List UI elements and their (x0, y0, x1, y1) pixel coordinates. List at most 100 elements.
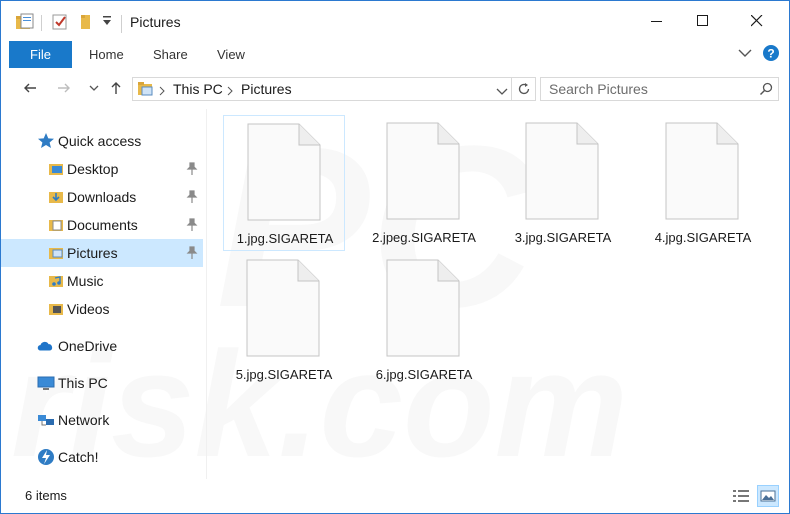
file-item[interactable]: 4.jpg.SIGARETA (642, 115, 764, 251)
explorer-window: PC risk.com Pictures File Home Share Vie… (0, 0, 790, 514)
blank-file-icon (525, 122, 599, 220)
file-name: 5.jpg.SIGARETA (235, 367, 333, 382)
file-item[interactable]: 5.jpg.SIGARETA (223, 252, 345, 388)
item-count: 6 items (25, 488, 67, 503)
file-name: 2.jpeg.SIGARETA (372, 230, 476, 245)
breadcrumb-chevron-icon (159, 84, 165, 99)
chevron-down-icon (89, 85, 99, 91)
minimize-icon (651, 21, 662, 22)
nav-item-music[interactable]: Music (1, 267, 203, 295)
blank-file-icon (386, 122, 460, 220)
file-list: 1.jpg.SIGARETA 2.jpeg.SIGARETA 3.jpg.SIG… (209, 109, 787, 479)
file-item[interactable]: 2.jpeg.SIGARETA (363, 115, 485, 251)
back-button[interactable] (19, 77, 41, 99)
file-item[interactable]: 3.jpg.SIGARETA (502, 115, 624, 251)
catch-app-icon (37, 448, 55, 466)
blank-file-icon (246, 259, 320, 357)
close-button[interactable] (731, 1, 783, 41)
details-view-button[interactable] (730, 485, 752, 507)
downloads-folder-icon (47, 188, 65, 206)
up-arrow-icon (111, 82, 121, 94)
nav-network[interactable]: Network (1, 406, 203, 434)
refresh-icon (518, 83, 529, 95)
tab-file[interactable]: File (9, 41, 72, 68)
nav-item-downloads[interactable]: Downloads (1, 183, 203, 211)
nav-label: Music (67, 273, 104, 289)
breadcrumb-chevron-icon (227, 84, 233, 99)
new-folder-icon[interactable] (78, 13, 94, 31)
search-input[interactable]: Search Pictures (549, 81, 648, 97)
recent-locations-button[interactable] (83, 77, 105, 99)
file-name: 4.jpg.SIGARETA (654, 230, 752, 245)
help-icon[interactable]: ? (763, 45, 779, 64)
expand-ribbon-chevron-icon[interactable] (737, 45, 753, 64)
nav-label: Quick access (58, 133, 142, 149)
videos-folder-icon (47, 300, 65, 318)
pane-divider[interactable] (206, 109, 207, 479)
address-dropdown-chevron-icon[interactable] (496, 85, 508, 100)
nav-item-pictures[interactable]: Pictures (1, 239, 203, 267)
nav-label: Desktop (67, 161, 119, 177)
nav-label: Videos (67, 301, 110, 317)
nav-onedrive[interactable]: OneDrive (1, 332, 203, 360)
status-bar: 6 items (1, 481, 789, 513)
forward-button[interactable] (53, 77, 75, 99)
tab-home[interactable]: Home (89, 47, 124, 62)
title-bar: Pictures (1, 1, 789, 41)
nav-quick-access[interactable]: Quick access (1, 127, 203, 155)
file-name: 3.jpg.SIGARETA (514, 230, 612, 245)
file-item[interactable]: 1.jpg.SIGARETA (223, 115, 345, 251)
properties-checkmark-icon[interactable] (51, 13, 69, 31)
nav-item-documents[interactable]: Documents (1, 211, 203, 239)
blank-file-icon (665, 122, 739, 220)
address-toolbar: This PC Pictures Search Pictures (1, 71, 789, 107)
tab-share[interactable]: Share (153, 47, 188, 62)
close-icon (751, 15, 763, 27)
nav-label: This PC (58, 375, 108, 391)
music-folder-icon (47, 272, 65, 290)
pin-icon[interactable] (186, 190, 198, 204)
minimize-button[interactable] (631, 1, 683, 41)
up-button[interactable] (105, 77, 127, 99)
breadcrumb-pictures[interactable]: Pictures (241, 81, 292, 97)
window-title: Pictures (130, 14, 181, 30)
nav-label: Downloads (67, 189, 137, 205)
nav-item-desktop[interactable]: Desktop (1, 155, 203, 183)
pictures-folder-icon (47, 244, 65, 262)
file-item[interactable]: 6.jpg.SIGARETA (363, 252, 485, 388)
pin-icon[interactable] (186, 162, 198, 176)
svg-text:?: ? (767, 47, 774, 61)
pin-icon[interactable] (186, 218, 198, 232)
tab-view[interactable]: View (217, 47, 245, 62)
nav-catch[interactable]: Catch! (1, 443, 203, 471)
forward-arrow-icon (58, 83, 70, 93)
maximize-button[interactable] (677, 1, 729, 41)
maximize-icon (697, 15, 708, 26)
blank-file-icon (247, 123, 321, 221)
pin-icon[interactable] (186, 246, 198, 260)
navigation-pane: Quick access Desktop Downloads Documents (1, 111, 205, 479)
onedrive-cloud-icon (36, 337, 54, 355)
nav-this-pc[interactable]: This PC (1, 369, 203, 397)
address-bar[interactable]: This PC Pictures (132, 77, 512, 101)
nav-label: OneDrive (58, 338, 118, 354)
refresh-button[interactable] (512, 77, 536, 101)
search-box[interactable]: Search Pictures (540, 77, 779, 101)
large-icons-view-icon (760, 490, 776, 502)
large-icons-view-button[interactable] (757, 485, 779, 507)
ribbon-tabs: File Home Share View ? (1, 41, 789, 69)
documents-folder-icon (47, 216, 65, 234)
breadcrumb-this-pc[interactable]: This PC (173, 81, 223, 97)
nav-label: Network (58, 412, 110, 428)
star-icon (37, 132, 55, 150)
nav-label: Documents (67, 217, 138, 233)
nav-label: Catch! (58, 449, 99, 465)
back-arrow-icon (24, 83, 36, 93)
folder-properties-icon[interactable] (15, 13, 35, 31)
nav-item-videos[interactable]: Videos (1, 295, 203, 323)
title-separator (121, 15, 122, 33)
file-name: 6.jpg.SIGARETA (375, 367, 473, 382)
details-view-icon (733, 490, 749, 502)
blank-file-icon (386, 259, 460, 357)
customize-toolbar-icon[interactable] (102, 15, 112, 27)
